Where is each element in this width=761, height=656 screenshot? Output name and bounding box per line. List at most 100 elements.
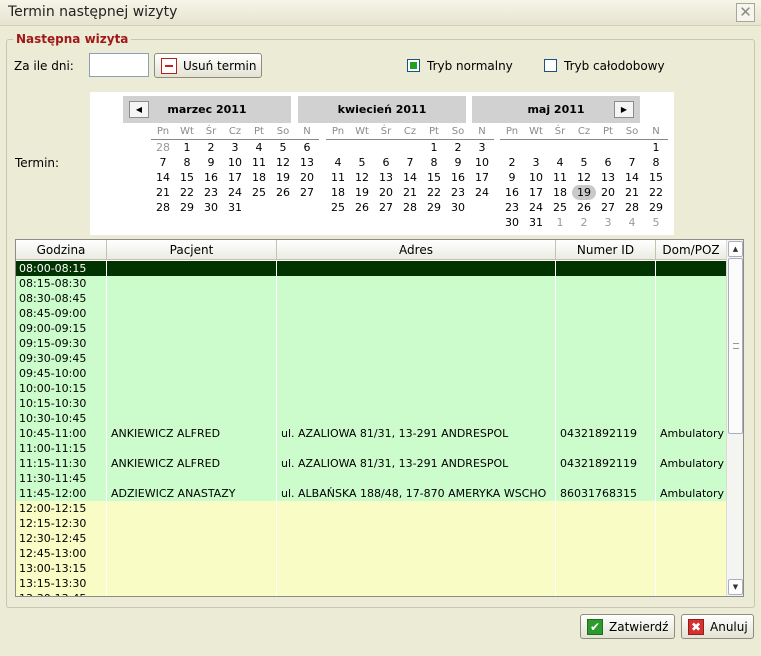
table-row[interactable]: 11:15-11:30 ANKIEWICZ ALFRED ul. AZALIOWA … (16, 456, 727, 471)
calendar-day[interactable]: 5 (644, 215, 668, 230)
calendar-day[interactable]: 2 (500, 155, 524, 170)
table-row[interactable]: 08:15-08:30 (16, 276, 727, 291)
remove-term-button[interactable]: Usuń termin (154, 53, 262, 78)
calendar-day[interactable]: 6 (596, 155, 620, 170)
table-row[interactable]: 13:15-13:30 (16, 576, 727, 591)
calendar-day[interactable]: 4 (548, 155, 572, 170)
calendar-day[interactable]: 29 (175, 200, 199, 215)
calendar-day[interactable]: 29 (644, 200, 668, 215)
calendar-day[interactable]: 8 (175, 155, 199, 170)
calendar-day[interactable]: 10 (223, 155, 247, 170)
calendar-day[interactable]: 4 (620, 215, 644, 230)
calendar-day[interactable]: 25 (548, 200, 572, 215)
calendar-day[interactable]: 28 (151, 140, 175, 155)
calendar-day[interactable]: 11 (548, 170, 572, 185)
calendar-day[interactable]: 19 (572, 185, 596, 200)
table-row[interactable]: 13:00-13:15 (16, 561, 727, 576)
table-row[interactable]: 10:15-10:30 (16, 396, 727, 411)
table-row[interactable]: 12:45-13:00 (16, 546, 727, 561)
column-header-time[interactable]: Godzina (16, 240, 107, 259)
calendar-day[interactable]: 31 (223, 200, 247, 215)
calendar-day[interactable]: 21 (620, 185, 644, 200)
table-row[interactable]: 08:45-09:00 (16, 306, 727, 321)
calendar-day[interactable]: 23 (446, 185, 470, 200)
calendar-day[interactable]: 1 (175, 140, 199, 155)
calendar-day[interactable]: 28 (620, 200, 644, 215)
table-row[interactable]: 09:00-09:15 (16, 321, 727, 336)
calendar-day[interactable]: 16 (446, 170, 470, 185)
calendar-day[interactable]: 23 (199, 185, 223, 200)
calendar-day[interactable]: 3 (223, 140, 247, 155)
calendar-day[interactable]: 18 (326, 185, 350, 200)
vertical-scrollbar[interactable]: ▲ ▼ (726, 240, 743, 596)
calendar-day[interactable]: 20 (374, 185, 398, 200)
calendar-day[interactable]: 27 (374, 200, 398, 215)
column-header-type[interactable]: Dom/POZ (656, 240, 727, 259)
table-row[interactable]: 11:30-11:45 (16, 471, 727, 486)
calendar-day[interactable]: 18 (247, 170, 271, 185)
cancel-button[interactable]: ✖ Anuluj (681, 614, 754, 639)
calendar-day[interactable]: 19 (350, 185, 374, 200)
table-row[interactable]: 10:00-10:15 (16, 381, 727, 396)
table-row[interactable]: 13:30-13:45 (16, 591, 727, 596)
calendar-day[interactable]: 1 (422, 140, 446, 155)
table-row[interactable]: 08:30-08:45 (16, 291, 727, 306)
calendar-day[interactable]: 23 (500, 200, 524, 215)
calendar-day[interactable]: 29 (422, 200, 446, 215)
calendar-day[interactable]: 4 (326, 155, 350, 170)
calendar-day[interactable]: 26 (572, 200, 596, 215)
calendar-day[interactable]: 14 (151, 170, 175, 185)
scroll-up-button[interactable]: ▲ (728, 241, 743, 257)
calendar-day[interactable]: 5 (271, 140, 295, 155)
calendar-day[interactable]: 14 (398, 170, 422, 185)
table-row[interactable]: 12:00-12:15 (16, 501, 727, 516)
calendar-day[interactable]: 5 (350, 155, 374, 170)
calendar-day[interactable]: 26 (350, 200, 374, 215)
calendar-day[interactable]: 25 (326, 200, 350, 215)
calendar-day[interactable]: 8 (422, 155, 446, 170)
calendar-day[interactable]: 30 (446, 200, 470, 215)
calendar-day[interactable]: 7 (151, 155, 175, 170)
calendar-day[interactable]: 26 (271, 185, 295, 200)
calendar-day[interactable]: 9 (446, 155, 470, 170)
calendar-day[interactable]: 1 (548, 215, 572, 230)
table-row[interactable]: 09:30-09:45 (16, 351, 727, 366)
calendar-day[interactable]: 12 (572, 170, 596, 185)
calendar-day[interactable]: 28 (398, 200, 422, 215)
calendar-day[interactable]: 21 (151, 185, 175, 200)
calendar-day[interactable]: 2 (572, 215, 596, 230)
table-row[interactable]: 10:45-11:00 ANKIEWICZ ALFRED ul. AZALIOWA … (16, 426, 727, 441)
calendar-day[interactable]: 11 (247, 155, 271, 170)
calendar-day[interactable]: 21 (398, 185, 422, 200)
calendar-day[interactable]: 22 (422, 185, 446, 200)
scroll-thumb[interactable] (728, 258, 743, 434)
calendar-day[interactable]: 17 (524, 185, 548, 200)
calendar-day[interactable]: 5 (572, 155, 596, 170)
calendar-day[interactable]: 12 (271, 155, 295, 170)
calendar-day[interactable]: 18 (548, 185, 572, 200)
close-button[interactable]: ✕ (736, 3, 755, 22)
calendar-day[interactable]: 24 (524, 200, 548, 215)
calendar-day[interactable]: 2 (446, 140, 470, 155)
calendar-day[interactable]: 8 (644, 155, 668, 170)
calendar-day[interactable]: 4 (247, 140, 271, 155)
calendar-day[interactable]: 15 (422, 170, 446, 185)
scroll-down-button[interactable]: ▼ (728, 579, 743, 595)
table-row[interactable]: 08:00-08:15 (16, 261, 727, 276)
calendar-day[interactable]: 6 (374, 155, 398, 170)
calendar-day[interactable]: 7 (620, 155, 644, 170)
table-row[interactable]: 11:00-11:15 (16, 441, 727, 456)
calendar-day[interactable]: 30 (500, 215, 524, 230)
calendar-day[interactable]: 16 (199, 170, 223, 185)
calendar-day[interactable]: 11 (326, 170, 350, 185)
table-row[interactable]: 10:30-10:45 (16, 411, 727, 426)
calendar-day[interactable]: 24 (223, 185, 247, 200)
calendar-day[interactable]: 14 (620, 170, 644, 185)
prev-month-button[interactable]: ◀ (129, 101, 149, 118)
calendar-day[interactable]: 31 (524, 215, 548, 230)
calendar-day[interactable]: 3 (596, 215, 620, 230)
table-row[interactable]: 09:15-09:30 (16, 336, 727, 351)
calendar-day[interactable]: 9 (199, 155, 223, 170)
calendar-day[interactable]: 16 (500, 185, 524, 200)
column-header-address[interactable]: Adres (277, 240, 556, 259)
